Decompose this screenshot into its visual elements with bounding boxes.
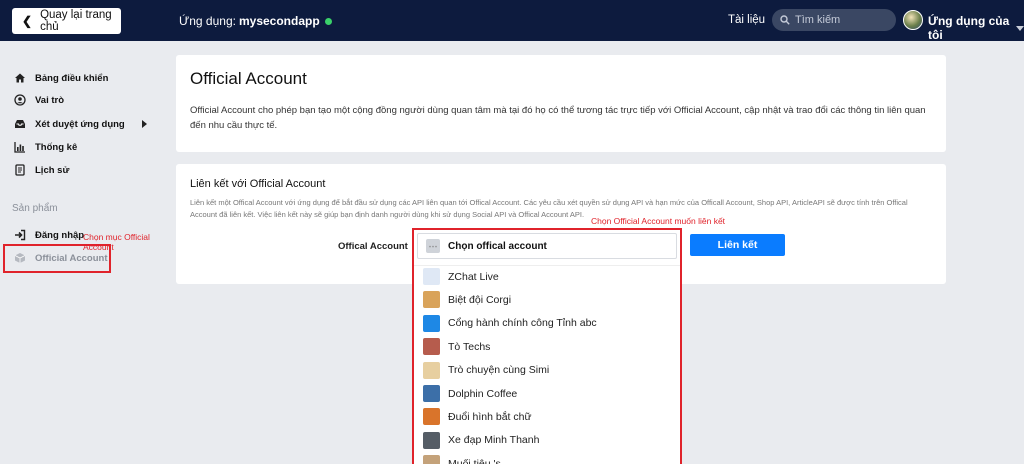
account-avatar-icon bbox=[423, 455, 440, 464]
docs-link[interactable]: Tài liệu bbox=[728, 14, 765, 26]
dropdown-option-label: Muối tiêu 's bbox=[448, 457, 501, 464]
dropdown-option[interactable]: Biệt đội Corgi bbox=[423, 291, 512, 309]
sidebar-item-label: Bảng điều khiển bbox=[35, 72, 109, 84]
history-icon bbox=[14, 164, 26, 176]
user-circle-icon bbox=[14, 94, 26, 106]
sidebar-item-label: Lịch sử bbox=[35, 164, 70, 176]
official-account-field-label: Offical Account bbox=[338, 241, 408, 252]
dropdown-option[interactable]: Đuổi hình bắt chữ bbox=[423, 408, 532, 426]
avatar[interactable] bbox=[903, 10, 923, 30]
account-avatar-icon bbox=[423, 361, 440, 379]
search-input[interactable] bbox=[795, 14, 891, 26]
dropdown-option[interactable]: ZChat Live bbox=[423, 268, 499, 285]
app-name: mysecondapp bbox=[238, 14, 320, 28]
sign-in-icon bbox=[14, 229, 26, 241]
chevron-left-icon: ❮ bbox=[22, 14, 33, 28]
sidebar-item-dashboard[interactable]: Bảng điều khiển bbox=[14, 72, 108, 84]
account-avatar-icon bbox=[423, 408, 440, 426]
chevron-down-icon bbox=[1016, 26, 1024, 31]
top-navigation-bar: ❮ Quay lại trang chủ Ứng dụng: myseconda… bbox=[0, 0, 1024, 42]
sidebar-item-statistics[interactable]: Thống kê bbox=[14, 141, 77, 153]
sidebar-annotation: Chọn mục Official Account bbox=[83, 232, 150, 252]
select-placeholder: Chọn offical account bbox=[448, 240, 547, 252]
back-to-home-button[interactable]: ❮ Quay lại trang chủ bbox=[12, 8, 121, 34]
sidebar-item-login[interactable]: Đăng nhập bbox=[14, 229, 84, 241]
dropdown-option-label: Dolphin Coffee bbox=[448, 387, 518, 400]
current-app-indicator: Ứng dụng: mysecondapp bbox=[179, 14, 332, 28]
dropdown-annotation: Chọn Official Account muốn liên kết bbox=[591, 216, 726, 226]
section-description: Liên kết một Offical Account với ứng dụn… bbox=[190, 198, 908, 219]
sidebar: Bảng điều khiển Vai trò Xét duyệt ứng dụ… bbox=[0, 41, 170, 464]
account-avatar-icon bbox=[423, 385, 440, 402]
dropdown-option[interactable]: Cổng hành chính công Tỉnh abc bbox=[423, 314, 597, 332]
products-section-label: Sản phẩm bbox=[12, 203, 58, 214]
account-avatar-icon bbox=[423, 314, 440, 332]
chevron-right-icon bbox=[142, 120, 147, 128]
sidebar-item-label: Đăng nhập bbox=[35, 229, 85, 241]
inbox-icon bbox=[14, 118, 26, 130]
bar-chart-icon bbox=[14, 141, 26, 153]
dropdown-option-label: Trò chuyện cùng Simi bbox=[448, 364, 550, 377]
search-box[interactable] bbox=[772, 9, 896, 31]
dropdown-option[interactable]: Dolphin Coffee bbox=[423, 385, 517, 402]
dropdown-option[interactable]: Tò Techs bbox=[423, 338, 491, 356]
page-title: Official Account bbox=[190, 69, 307, 88]
home-icon bbox=[14, 72, 26, 84]
dropdown-option-label: Xe đạp Minh Thanh bbox=[448, 434, 540, 447]
section-title: Liên kết với Official Account bbox=[190, 178, 326, 190]
my-apps-menu[interactable]: Ứng dụng của tôi bbox=[928, 14, 1024, 42]
page-description: Official Account cho phép bạn tạo một cộ… bbox=[190, 105, 926, 131]
account-avatar-icon bbox=[423, 268, 440, 285]
my-apps-label: Ứng dụng của tôi bbox=[928, 14, 1010, 42]
dropdown-option-label: Đuổi hình bắt chữ bbox=[448, 410, 532, 423]
app-prefix-label: Ứng dụng: bbox=[179, 14, 236, 28]
sidebar-item-label: Xét duyệt ứng dụng bbox=[35, 118, 125, 130]
dropdown-option[interactable]: Muối tiêu 's bbox=[423, 455, 501, 464]
dropdown-option-label: Biệt đội Corgi bbox=[448, 293, 512, 306]
sidebar-item-roles[interactable]: Vai trò bbox=[14, 94, 64, 106]
dropdown-option-label: ZChat Live bbox=[448, 270, 499, 283]
official-account-dropdown[interactable]: ⋯ Chọn offical account ZChat Live Biệt độ… bbox=[412, 228, 682, 464]
sidebar-item-label: Vai trò bbox=[35, 94, 65, 106]
sidebar-item-history[interactable]: Lịch sử bbox=[14, 164, 69, 176]
link-button[interactable]: Liên kết bbox=[690, 234, 785, 256]
dropdown-option-label: Cổng hành chính công Tỉnh abc bbox=[448, 317, 597, 330]
sidebar-item-app-review[interactable]: Xét duyệt ứng dụng bbox=[14, 118, 156, 130]
account-avatar-icon bbox=[423, 338, 440, 356]
official-account-select[interactable]: ⋯ Chọn offical account bbox=[417, 233, 677, 259]
sidebar-item-label: Thống kê bbox=[35, 141, 78, 153]
status-dot-icon bbox=[324, 17, 332, 25]
dropdown-option-label: Tò Techs bbox=[448, 340, 491, 353]
back-button-label: Quay lại trang chủ bbox=[40, 9, 112, 33]
account-avatar-icon bbox=[423, 291, 440, 309]
dropdown-option[interactable]: Trò chuyện cùng Simi bbox=[423, 361, 550, 379]
official-account-info-card: Official Account Official Account cho ph… bbox=[176, 55, 946, 152]
account-avatar-icon bbox=[423, 431, 440, 449]
placeholder-image-icon: ⋯ bbox=[426, 239, 440, 253]
divider bbox=[414, 265, 680, 266]
search-icon bbox=[780, 15, 790, 25]
dropdown-option[interactable]: Xe đạp Minh Thanh bbox=[423, 431, 540, 449]
